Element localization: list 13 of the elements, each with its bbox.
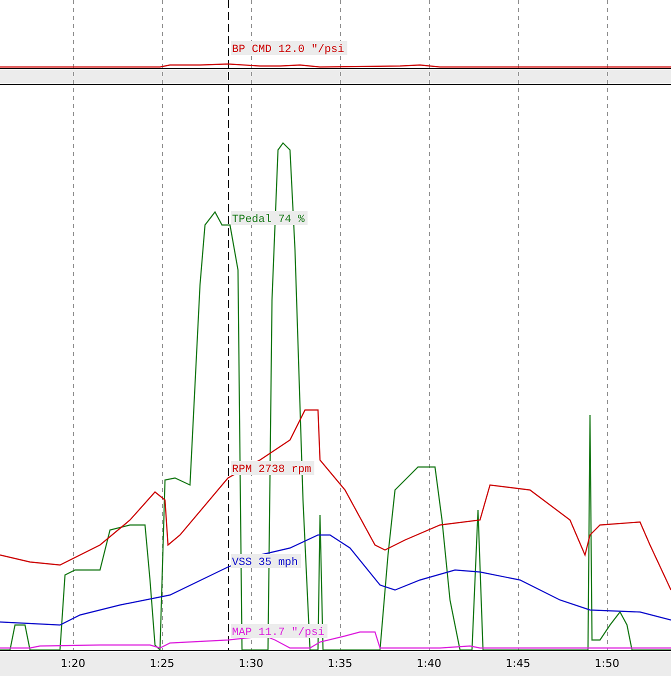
cursor-line[interactable] <box>228 0 229 650</box>
axis-tick-label: 1:20 <box>60 657 86 670</box>
axis-tick-label: 1:50 <box>594 657 620 670</box>
cursor-readout: RPM 2738 rpm <box>231 461 314 476</box>
axis-tick-label: 1:45 <box>504 657 532 670</box>
axis-tick-label: 1:40 <box>416 657 442 670</box>
cursor-readout: MAP 11.7 "/psi <box>231 624 328 639</box>
axis-tick-label: 1:35 <box>326 657 354 670</box>
cursor-readout: BP CMD 12.0 "/psi <box>231 41 348 56</box>
axis-tick-label: 1:25 <box>148 657 176 670</box>
cursor-readout: TPedal 74 % <box>231 211 308 226</box>
axis-tick-label: 1:30 <box>238 657 264 670</box>
cursor-readout: VSS 35 mph <box>231 554 301 569</box>
